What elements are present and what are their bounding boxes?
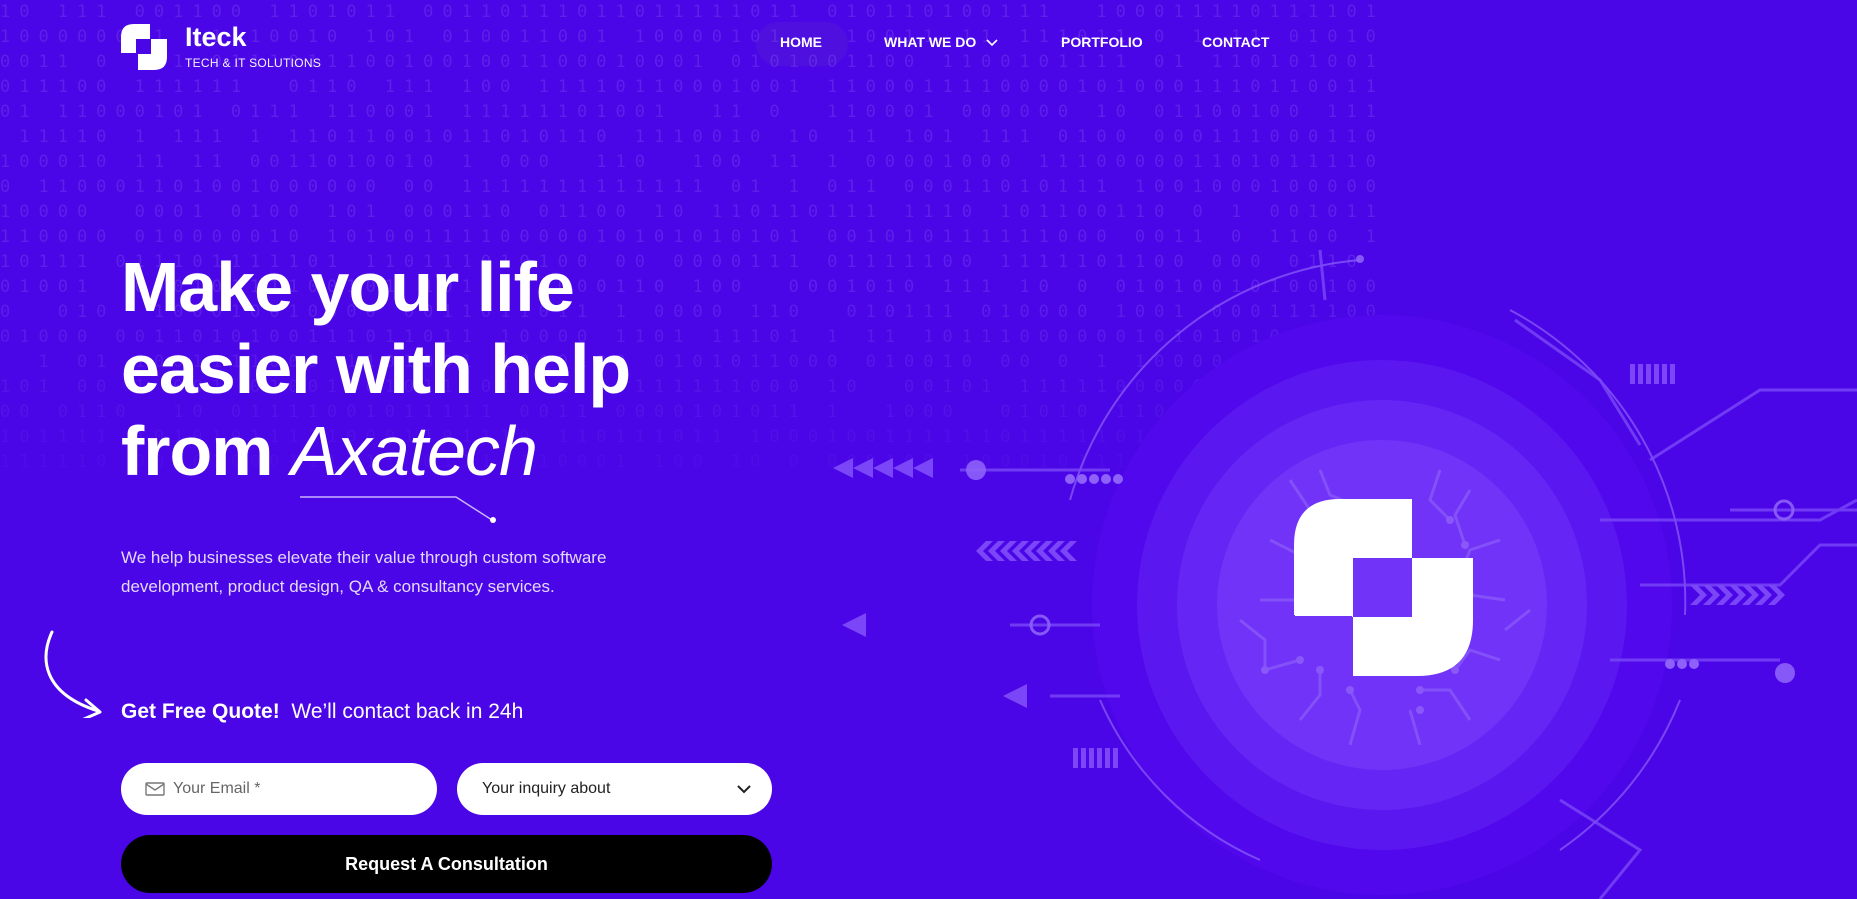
inquiry-select[interactable]: Your inquiry about — [457, 763, 772, 815]
center-logo-cutout — [1353, 558, 1412, 617]
chevron-markers — [976, 541, 1077, 561]
nav-item-portfolio[interactable]: PORTFOLIO — [1061, 34, 1143, 50]
dot-markers — [1065, 474, 1699, 669]
free-quote-line: Get Free Quote! We’ll contact back in 24… — [121, 700, 523, 724]
hero-title-line2: easier with help — [121, 330, 631, 408]
nav-item-label: CONTACT — [1202, 34, 1270, 50]
hero-title-line3: from — [121, 412, 274, 490]
hero-description: We help businesses elevate their value t… — [121, 548, 607, 596]
circuit-nodes — [966, 255, 1795, 683]
chevron-down-icon — [986, 39, 998, 47]
circuit-lines — [960, 249, 1857, 899]
bar-markers — [1073, 364, 1675, 768]
center-logo-icon — [1294, 499, 1473, 676]
core-ring — [1217, 440, 1547, 770]
chevron-down-icon — [737, 785, 751, 794]
chevron-markers-right — [1690, 585, 1785, 605]
hero-title-accent: Axatech — [291, 412, 538, 490]
nav-item-label: HOME — [780, 34, 822, 50]
nav-item-home[interactable]: HOME — [756, 22, 848, 66]
nav-item-label: PORTFOLIO — [1061, 34, 1143, 50]
hero-title: Make your life easier with help from Axa… — [121, 246, 841, 492]
free-quote-text: We’ll contact back in 24h — [291, 700, 524, 723]
request-consultation-button[interactable]: Request A Consultation — [121, 835, 772, 893]
title-underline-decoration — [300, 496, 496, 523]
email-field-wrapper — [121, 763, 437, 815]
inquiry-select-value: Your inquiry about — [482, 780, 611, 797]
iteck-logo-icon — [121, 24, 167, 70]
email-input[interactable] — [171, 779, 415, 799]
nav-item-contact[interactable]: CONTACT — [1202, 34, 1269, 50]
curved-arrow-icon — [44, 630, 102, 718]
nav-item-what-we-do[interactable]: WHAT WE DO — [884, 34, 999, 50]
core-circuit-lines — [1239, 469, 1531, 746]
brand-logo[interactable]: Iteck TECH & IT SOLUTIONS — [121, 24, 321, 70]
brand-tagline: TECH & IT SOLUTIONS — [185, 56, 322, 70]
brand-name: Iteck — [185, 22, 247, 52]
hero-title-line1: Make your life — [121, 248, 575, 326]
core-circuit-dots — [1261, 501, 1474, 714]
outer-ring — [1092, 315, 1672, 895]
outer-arcs — [1069, 259, 1687, 861]
nav-item-label: WHAT WE DO — [884, 34, 977, 50]
inner-ring — [1177, 400, 1587, 810]
arrow-markers-left — [833, 458, 1027, 708]
middle-ring — [1137, 360, 1627, 850]
envelope-icon — [145, 782, 165, 796]
free-quote-title: Get Free Quote! — [121, 700, 280, 723]
